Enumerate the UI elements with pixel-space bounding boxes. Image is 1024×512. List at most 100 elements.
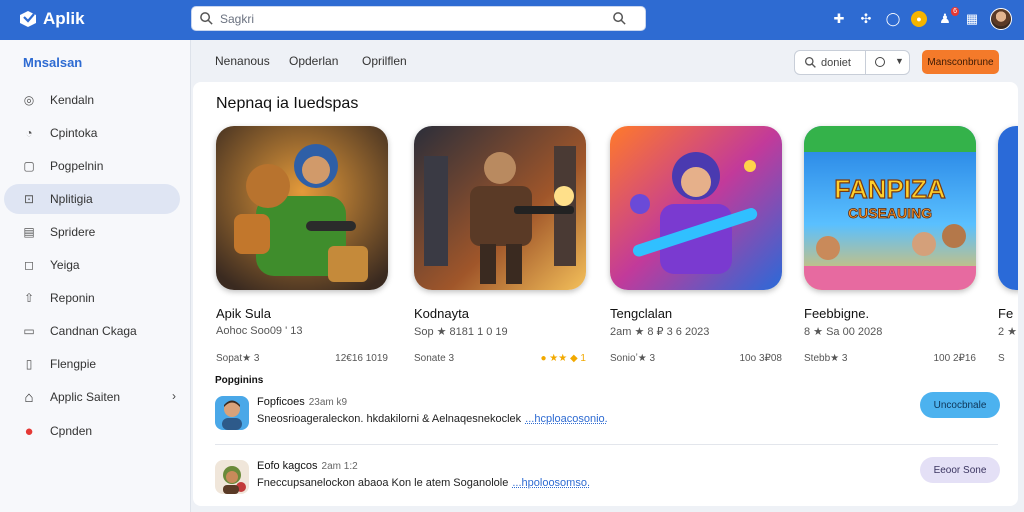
game-artwork xyxy=(998,126,1018,290)
sidebar-item-pogpelnin[interactable]: ▢ Pogpelnin xyxy=(4,151,180,181)
game-meta: Sop ★ 8181 1 0 19 xyxy=(414,326,508,338)
list-item-time: 23am k9 xyxy=(308,397,348,408)
svg-text:CUSEAUING: CUSEAUING xyxy=(848,205,932,221)
search-placeholder: Sagkri xyxy=(220,12,255,26)
game-artwork xyxy=(610,126,782,290)
svg-text:FANPIZA: FANPIZA xyxy=(834,174,945,204)
game-card[interactable]: FANPIZA CUSEAUING Feebbigne. 8 ★ Sa 00 2… xyxy=(804,126,976,364)
search-submit-icon[interactable] xyxy=(612,11,627,26)
apps-icon: ⊡ xyxy=(23,192,35,206)
app-logo[interactable]: Aplik xyxy=(18,7,85,31)
coin-icon[interactable]: ● xyxy=(911,11,927,27)
search-input[interactable]: Sagkri xyxy=(191,6,646,31)
game-card[interactable]: Tengclalan 2am ★ 8 ₽ 3 6 2023 Sonioʼ★ 3 … xyxy=(610,126,782,364)
game-artwork xyxy=(414,126,586,290)
game-artwork xyxy=(216,126,388,290)
sidebar-item-label: Yeiga xyxy=(50,258,80,272)
list-item-description: Sneosrioageraleckon. hkdakilorni & Aelna… xyxy=(257,413,522,425)
sidebar-item-applic-saiten[interactable]: ⌂ Applic Saiten › xyxy=(4,382,180,412)
divider xyxy=(865,51,866,74)
divider xyxy=(215,444,998,445)
grid-icon[interactable]: ▦ xyxy=(963,10,981,28)
logo-icon xyxy=(20,11,36,27)
game-meta: 8 ★ Sa 00 2028 xyxy=(804,326,883,338)
top-bar: Aplik Sagkri ✚ ✣ ◯ ● ♟ 6 ▦ xyxy=(0,0,1024,40)
game-title: Kodnayta xyxy=(414,306,469,321)
sidebar: Mnsalsan ◎ Kendaln ◔ Cpintoka ▢ Pogpelni… xyxy=(0,40,191,512)
document-icon: ▯ xyxy=(25,357,33,371)
main-card: Nepnaq ia Iuedspas Apik Sula Aohoc Soo09… xyxy=(193,82,1018,506)
popular-icon: ▢ xyxy=(23,159,35,173)
sidebar-title: Mnsalsan xyxy=(23,55,83,70)
chat-icon[interactable]: ◯ xyxy=(884,10,902,28)
chevron-down-icon[interactable]: ▼ xyxy=(895,56,904,66)
list-item-text: Fneccupsanelockon abaoa Kon le atem Soga… xyxy=(257,477,590,489)
list-item: Fopficoes 23am k9 Sneosrioageraleckon. hk… xyxy=(215,392,1000,442)
list-item-action-button[interactable]: Eeoor Sone xyxy=(920,457,1000,483)
game-rating: Stebb★ 3 xyxy=(804,353,848,364)
list-item-action-button[interactable]: Uncocbnale xyxy=(920,392,1000,418)
game-title: Fe xyxy=(998,306,1014,321)
list-item-time: 2am 1:2 xyxy=(321,461,358,472)
sidebar-item-label: Candnan Ckaga xyxy=(50,324,137,338)
game-stat: 12€16 1019 xyxy=(335,353,388,364)
top-actions: ✚ ✣ ◯ ● ♟ 6 ▦ xyxy=(830,6,1012,32)
sidebar-item-label: Reponin xyxy=(50,291,95,305)
game-carousel: Apik Sula Aohoc Soo09 ' 13 Sopat★ 3 12€1… xyxy=(216,126,1018,386)
tab-nenanous[interactable]: Nenanous xyxy=(215,54,270,68)
sidebar-item-label: Cpintoka xyxy=(50,126,98,140)
avatar[interactable] xyxy=(215,396,249,430)
sidebar-item-yeiga[interactable]: ◻ Yeiga xyxy=(4,250,180,280)
tab-opderlan[interactable]: Opderlan xyxy=(289,54,338,68)
notification-icon[interactable]: ♟ 6 xyxy=(936,7,959,28)
sidebar-item-nplitigia[interactable]: ⊡ Nplitigia xyxy=(4,184,180,214)
list-item-link[interactable]: ...hpoloosomso. xyxy=(512,477,590,489)
sidebar-item-label: Kendaln xyxy=(50,93,95,107)
list-item-link[interactable]: ...hcploacosonio. xyxy=(525,413,608,425)
game-card[interactable]: Fe 2 ★ S xyxy=(998,126,1018,364)
game-rating: Sopat★ 3 xyxy=(216,353,260,364)
game-meta: 2am ★ 8 ₽ 3 6 2023 xyxy=(610,326,710,338)
list-item: Eofo kagcos 2am 1:2 Fneccupsanelockon aba… xyxy=(215,456,1000,506)
controller-icon[interactable]: ✣ xyxy=(857,10,875,28)
category-icon: ◔ xyxy=(25,126,33,140)
sidebar-item-candnan-ckaga[interactable]: ▭ Candnan Ckaga xyxy=(4,316,180,346)
search-icon xyxy=(804,56,816,68)
sidebar-item-kendaln[interactable]: ◎ Kendaln xyxy=(4,85,180,115)
puzzle-icon[interactable]: ✚ xyxy=(830,10,848,28)
sidebar-item-label: Spridere xyxy=(50,225,96,239)
list-item-title: Fopficoes 23am k9 xyxy=(257,396,347,408)
game-title: Apik Sula xyxy=(216,306,271,321)
game-card[interactable]: Apik Sula Aohoc Soo09 ' 13 Sopat★ 3 12€1… xyxy=(216,126,388,364)
sidebar-item-label: Pogpelnin xyxy=(50,159,104,173)
search-icon xyxy=(200,12,213,25)
upload-icon: ⇧ xyxy=(23,291,35,305)
list-item-name: Eofo kagcos xyxy=(257,460,318,472)
filter-select[interactable]: doniet ▼ xyxy=(794,50,910,75)
home-icon: ◎ xyxy=(23,93,35,107)
tab-oprilflen[interactable]: Oprilflen xyxy=(362,54,407,68)
game-rating: Sonate 3 xyxy=(414,353,455,364)
avatar[interactable] xyxy=(215,460,249,494)
sidebar-item-flengpie[interactable]: ▯ Flengpie xyxy=(4,349,180,379)
chevron-right-icon: › xyxy=(172,389,176,403)
sidebar-item-cpnden[interactable]: ● Cpnden xyxy=(4,416,180,446)
list-item-title: Eofo kagcos 2am 1:2 xyxy=(257,460,358,472)
library-icon: ▭ xyxy=(23,324,35,338)
sidebar-item-label: Applic Saiten xyxy=(50,390,121,404)
sidebar-item-reponin[interactable]: ⇧ Reponin xyxy=(4,283,180,313)
game-card[interactable]: Kodnayta Sop ★ 8181 1 0 19 Sonate 3 ● ★★… xyxy=(414,126,586,364)
filter-select-value: doniet xyxy=(821,57,851,69)
sidebar-item-label: Flengpie xyxy=(50,357,97,371)
record-icon: ● xyxy=(24,422,34,440)
profile-avatar[interactable] xyxy=(990,8,1012,30)
game-artwork: FANPIZA CUSEAUING xyxy=(804,126,976,290)
game-rating: Sonioʼ★ 3 xyxy=(610,353,656,364)
list-item-text: Sneosrioageraleckon. hkdakilorni & Aelna… xyxy=(257,413,608,425)
game-title: Tengclalan xyxy=(610,306,673,321)
sidebar-item-spridere[interactable]: ▤ Spridere xyxy=(4,217,180,247)
sidebar-item-cpintoka[interactable]: ◔ Cpintoka xyxy=(4,118,180,148)
manage-button[interactable]: Mansconbrune xyxy=(922,50,999,74)
list-item-name: Fopficoes xyxy=(257,396,305,408)
filter-toggle-icon[interactable] xyxy=(875,57,885,67)
